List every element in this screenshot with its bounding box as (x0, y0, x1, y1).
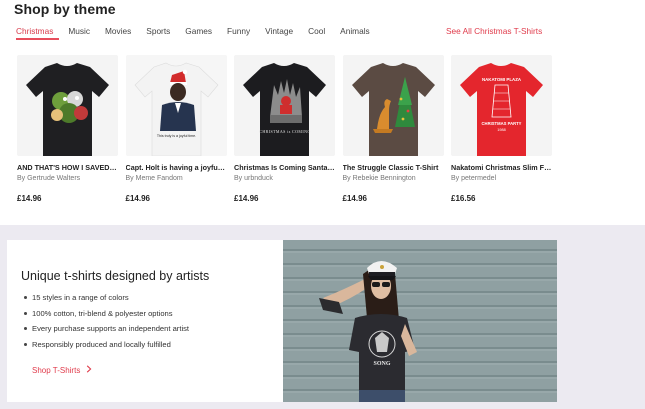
tab-funny[interactable]: Funny (227, 26, 250, 36)
section-heading: Shop by theme (14, 1, 116, 17)
tab-games[interactable]: Games (185, 26, 212, 36)
product-image[interactable] (17, 55, 118, 156)
product-title[interactable]: Christmas Is Coming Santa C... (234, 163, 335, 172)
product-price: £14.96 (17, 194, 42, 203)
svg-text:NAKATOMI PLAZA: NAKATOMI PLAZA (482, 77, 522, 82)
product-card[interactable]: AND THAT'S HOW I SAVED T... By Gertrude … (17, 55, 118, 203)
product-author[interactable]: By Gertrude Walters (17, 175, 118, 182)
tab-sports[interactable]: Sports (146, 26, 170, 36)
svg-text:1988: 1988 (497, 128, 505, 132)
feature-item: Every purchase supports an independent a… (24, 324, 189, 340)
chevron-right-icon (86, 365, 92, 375)
svg-text:CHRISTMAS PARTY: CHRISTMAS PARTY (482, 121, 522, 126)
svg-text:This truly is a joyful time.: This truly is a joyful time. (156, 134, 195, 138)
tab-music[interactable]: Music (68, 26, 90, 36)
theme-tabs: Christmas Music Movies Sports Games Funn… (16, 26, 385, 42)
product-price: £14.96 (342, 194, 367, 203)
svg-text:CHRISTMAS is COMING: CHRISTMAS is COMING (259, 129, 310, 134)
feature-item: 15 styles in a range of colors (24, 293, 189, 309)
product-card[interactable]: The Struggle Classic T-Shirt By Rebekie … (342, 55, 444, 203)
product-price: £14.96 (234, 194, 259, 203)
product-title[interactable]: Capt. Holt is having a joyful ... (126, 163, 227, 172)
feature-item: Responsibly produced and locally fulfill… (24, 340, 189, 356)
product-card[interactable]: NAKATOMI PLAZA CHRISTMAS PARTY 1988 Naka… (451, 55, 552, 203)
active-tab-indicator (16, 38, 59, 40)
tab-animals[interactable]: Animals (340, 26, 370, 36)
product-title[interactable]: AND THAT'S HOW I SAVED T... (17, 163, 118, 172)
product-card[interactable]: CHRISTMAS is COMING Christmas Is Coming … (234, 55, 335, 203)
feature-list: 15 styles in a range of colors 100% cott… (24, 293, 189, 356)
product-image[interactable]: CHRISTMAS is COMING (234, 55, 335, 156)
product-author[interactable]: By Rebekie Bennington (343, 175, 444, 182)
see-all-link[interactable]: See All Christmas T-Shirts (446, 26, 542, 36)
product-image[interactable] (342, 55, 444, 156)
product-price: £14.96 (125, 194, 150, 203)
svg-text:SONG: SONG (373, 361, 390, 367)
product-author[interactable]: By Meme Fandom (126, 175, 227, 182)
product-title[interactable]: The Struggle Classic T-Shirt (343, 163, 444, 172)
feature-item: 100% cotton, tri-blend & polyester optio… (24, 309, 189, 325)
product-price: £16.56 (451, 194, 476, 203)
product-title[interactable]: Nakatomi Christmas Slim Fit... (451, 163, 552, 172)
product-list: AND THAT'S HOW I SAVED T... By Gertrude … (17, 55, 560, 203)
product-author[interactable]: By petermedel (451, 175, 552, 182)
tab-movies[interactable]: Movies (105, 26, 131, 36)
product-card[interactable]: This truly is a joyful time. Capt. Holt … (125, 55, 227, 203)
tab-vintage[interactable]: Vintage (265, 26, 293, 36)
product-image[interactable]: NAKATOMI PLAZA CHRISTMAS PARTY 1988 (451, 55, 552, 156)
banner-title: Unique t-shirts designed by artists (21, 269, 210, 283)
tab-christmas[interactable]: Christmas (16, 26, 53, 36)
product-image[interactable]: This truly is a joyful time. (125, 55, 227, 156)
product-author[interactable]: By urbnduck (234, 175, 335, 182)
shop-tshirts-label: Shop T-Shirts (32, 365, 81, 375)
tab-cool[interactable]: Cool (308, 26, 325, 36)
shop-tshirts-link[interactable]: Shop T-Shirts (32, 365, 92, 375)
banner-photo: SONG (283, 240, 557, 402)
